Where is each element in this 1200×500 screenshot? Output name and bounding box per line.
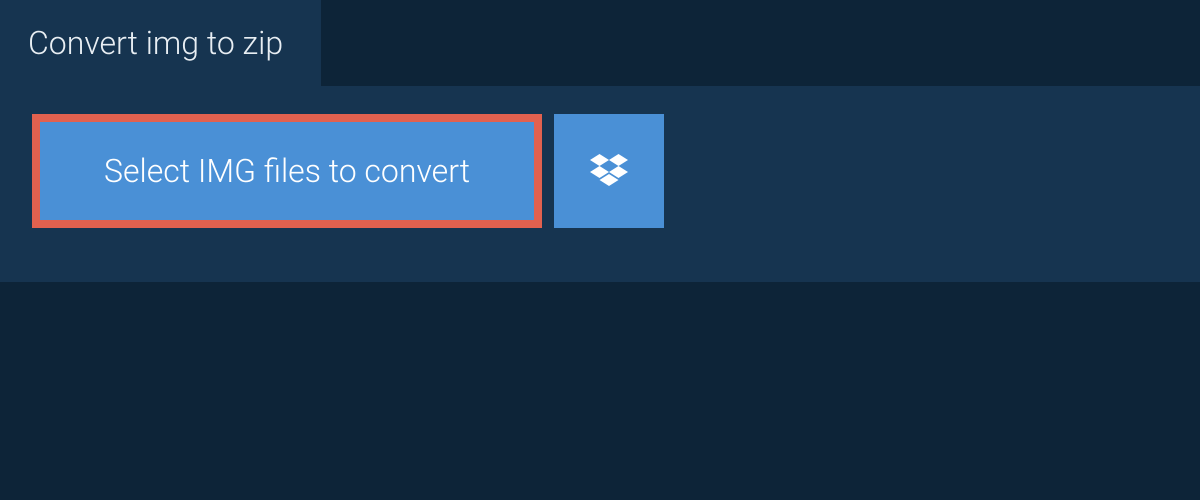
tab-convert[interactable]: Convert img to zip xyxy=(0,0,321,86)
content-panel: Select IMG files to convert xyxy=(0,86,1200,282)
select-files-button[interactable]: Select IMG files to convert xyxy=(32,114,542,228)
select-files-label: Select IMG files to convert xyxy=(104,152,470,190)
button-row: Select IMG files to convert xyxy=(32,114,1168,228)
tab-label: Convert img to zip xyxy=(28,24,283,62)
dropbox-button[interactable] xyxy=(554,114,664,228)
dropbox-icon xyxy=(590,154,628,188)
